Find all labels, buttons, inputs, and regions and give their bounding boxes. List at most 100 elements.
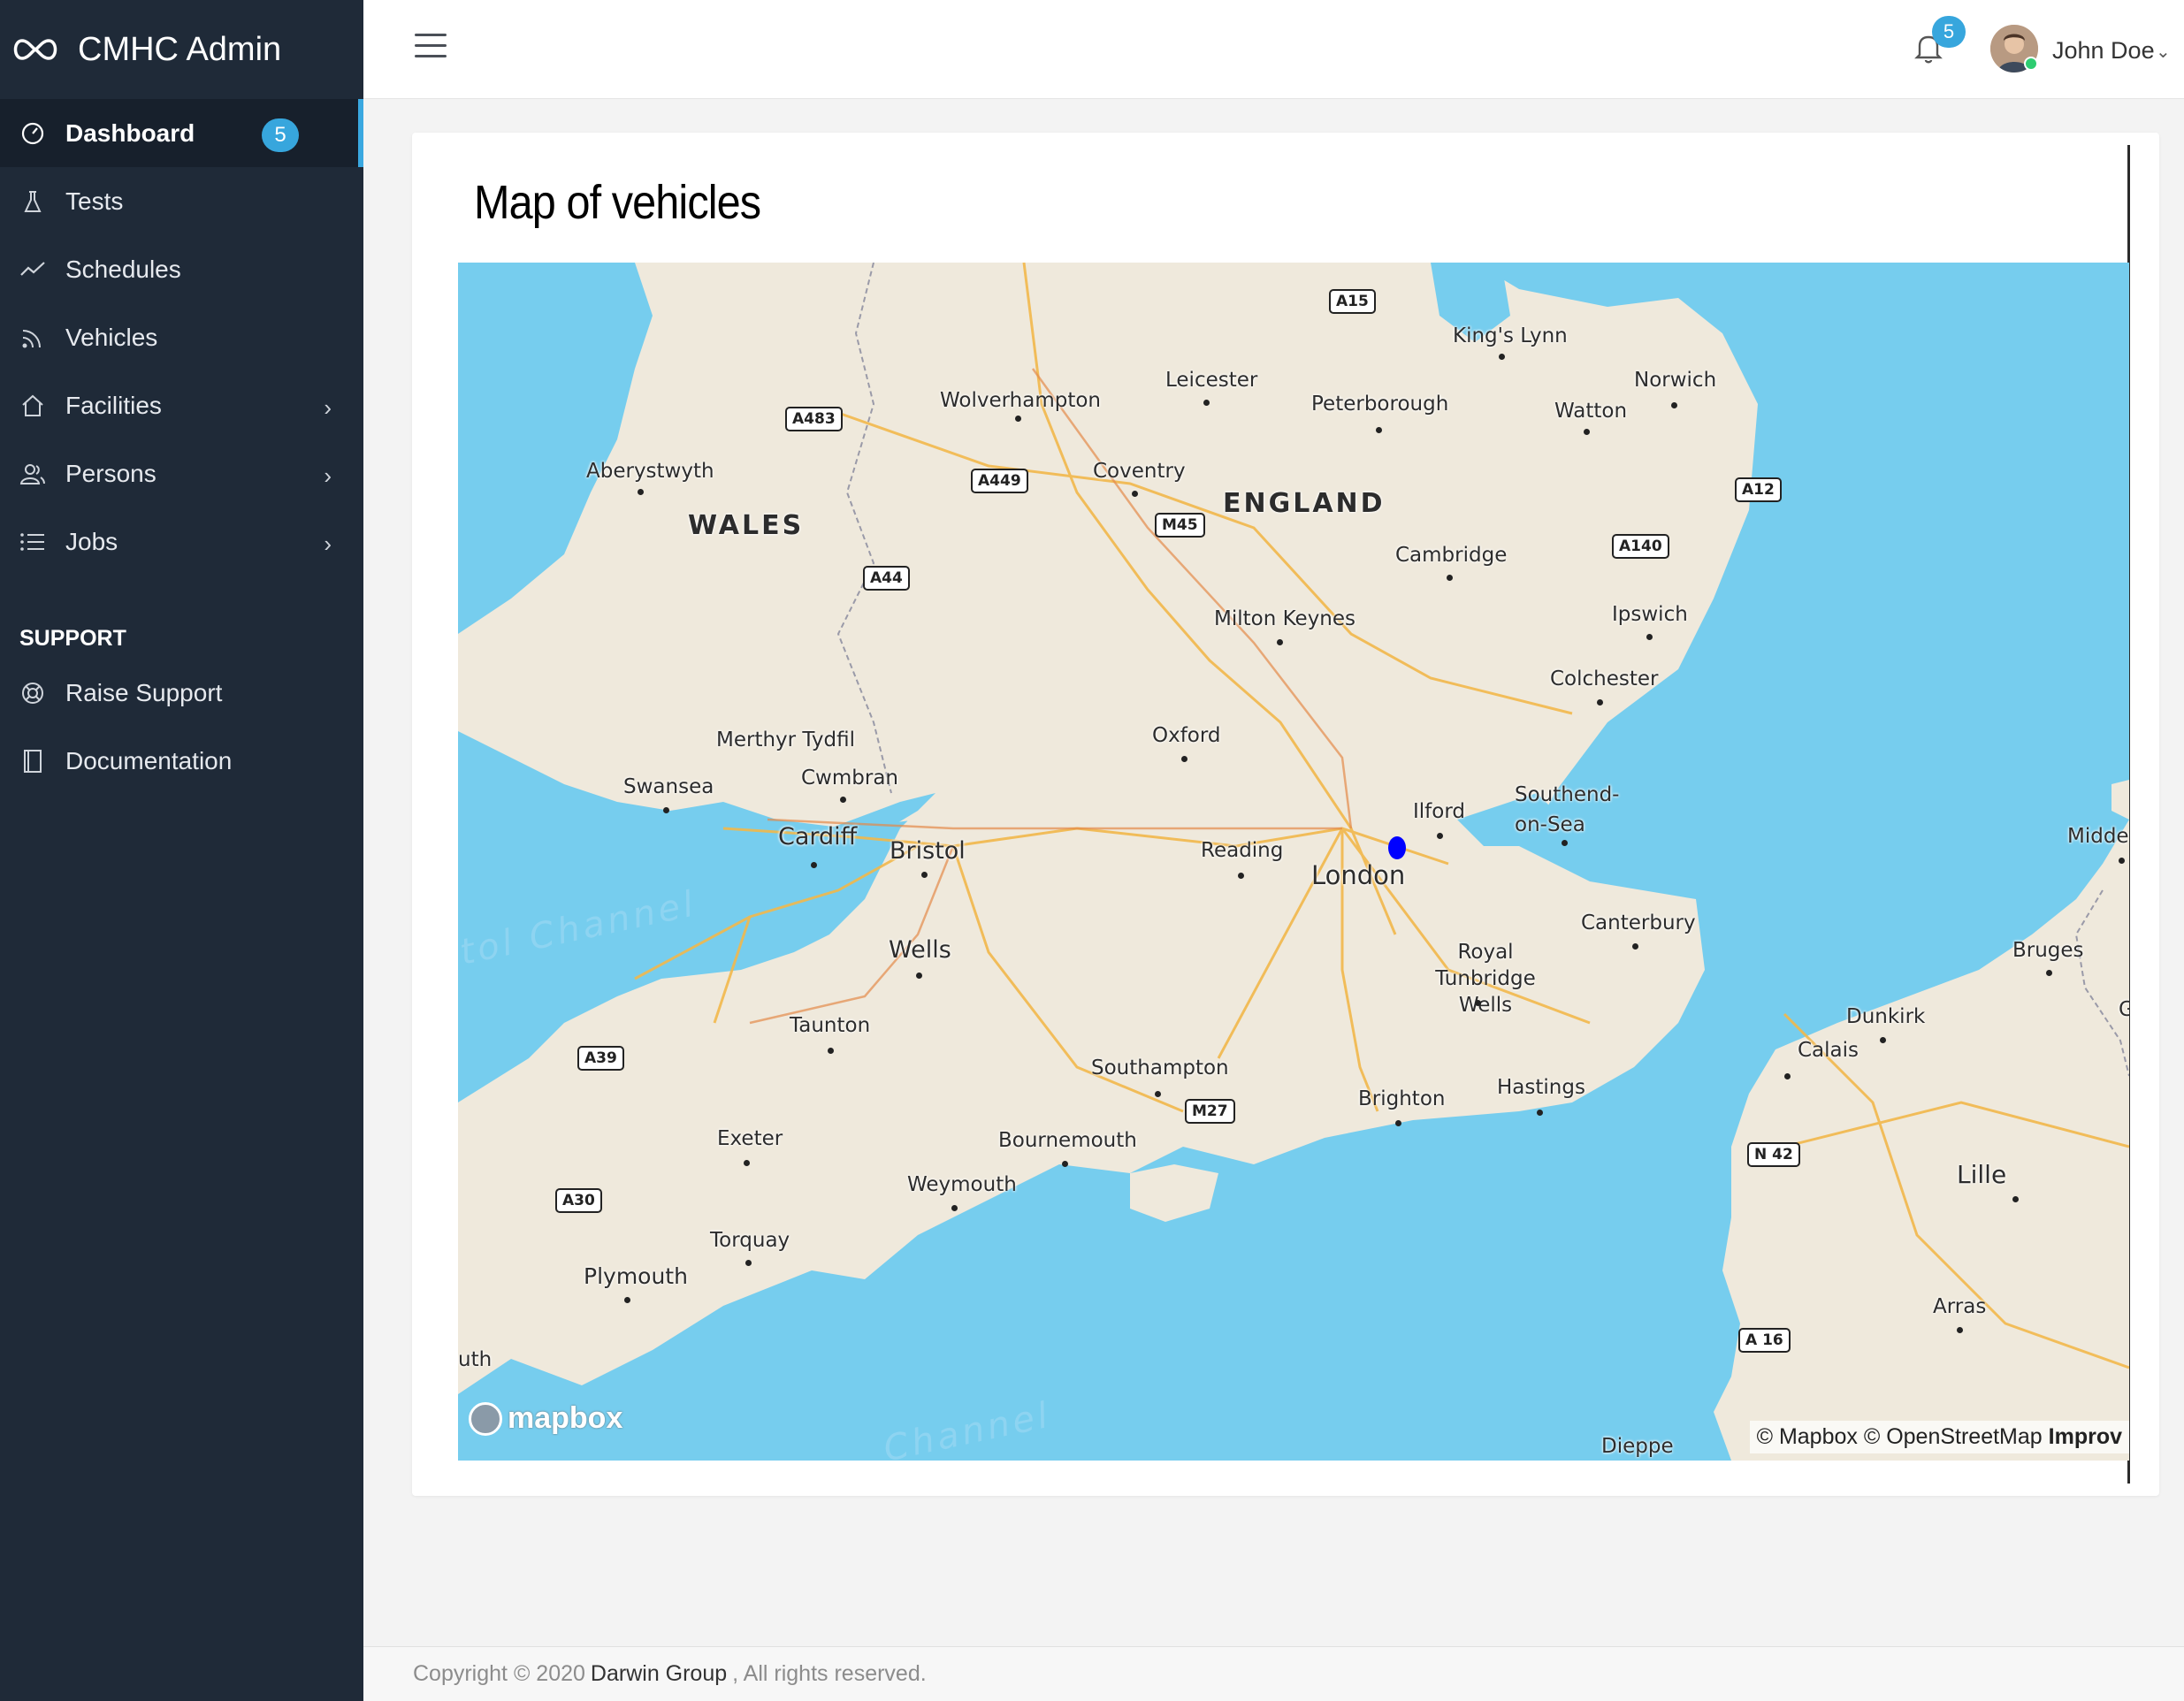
city-dot bbox=[1395, 1120, 1401, 1126]
sidebar-item-dashboard[interactable]: Dashboard 5 bbox=[0, 99, 363, 167]
city-dot bbox=[1132, 491, 1138, 497]
city-label: Dieppe bbox=[1601, 1435, 1674, 1458]
city-label: Ipswich bbox=[1612, 603, 1688, 626]
chevron-right-icon: › bbox=[324, 462, 332, 489]
brand[interactable]: CMHC Admin bbox=[0, 0, 363, 99]
city-label: Hastings bbox=[1497, 1076, 1585, 1099]
dashboard-icon bbox=[19, 120, 46, 147]
city-label: London bbox=[1311, 860, 1406, 890]
city-dot bbox=[1277, 639, 1283, 645]
road-shield: A 16 bbox=[1738, 1328, 1791, 1353]
road-shield: A44 bbox=[863, 566, 910, 591]
city-dot bbox=[1475, 1000, 1481, 1006]
road-shield: A15 bbox=[1329, 289, 1376, 314]
city-dot bbox=[1537, 1110, 1543, 1116]
menu-toggle-icon[interactable] bbox=[415, 34, 447, 60]
chevron-down-icon[interactable]: ⌄ bbox=[2156, 41, 2171, 63]
chevron-right-icon: › bbox=[324, 530, 332, 557]
city-label: Royal Tunbridge Wells bbox=[1435, 941, 1536, 1017]
sidebar-item-tests[interactable]: Tests bbox=[0, 167, 363, 235]
city-label: Wolverhampton bbox=[940, 389, 1102, 412]
city-dot bbox=[840, 797, 846, 803]
city-dot bbox=[1784, 1073, 1791, 1079]
rights-text: , All rights reserved. bbox=[732, 1661, 927, 1686]
city-label: Southend-on-Sea bbox=[1515, 783, 1620, 836]
city-dot bbox=[1437, 833, 1443, 839]
city-dot bbox=[1203, 400, 1210, 406]
road-shield: N 42 bbox=[1747, 1142, 1800, 1167]
support-heading: SUPPORT bbox=[19, 625, 126, 651]
city-label: Dunkirk bbox=[1846, 1005, 1926, 1028]
home-icon bbox=[19, 393, 46, 419]
sidebar-item-raise-support[interactable]: Raise Support bbox=[0, 659, 363, 727]
city-dot bbox=[921, 872, 928, 878]
app-title: CMHC Admin bbox=[78, 30, 282, 68]
page-title: Map of vehicles bbox=[474, 176, 761, 229]
city-label: Middel bbox=[2067, 825, 2129, 848]
city-label: Ilford bbox=[1413, 800, 1465, 823]
city-label: Taunton bbox=[790, 1014, 871, 1037]
sidebar-item-label: Jobs bbox=[65, 527, 118, 555]
city-label: Merthyr Tydfil bbox=[716, 728, 855, 751]
company-link[interactable]: Darwin Group bbox=[591, 1661, 727, 1687]
city-label: Coventry bbox=[1093, 460, 1186, 483]
city-dot bbox=[1597, 699, 1603, 706]
user-name[interactable]: John Doe bbox=[2052, 37, 2155, 65]
sidebar-item-vehicles[interactable]: Vehicles bbox=[0, 303, 363, 371]
sidebar-item-facilities[interactable]: Facilities › bbox=[0, 371, 363, 439]
city-label: Exeter bbox=[717, 1127, 783, 1150]
notification-badge: 5 bbox=[1932, 16, 1966, 48]
city-dot bbox=[1957, 1327, 1963, 1333]
attribution-text[interactable]: © Mapbox © OpenStreetMap bbox=[1757, 1424, 2043, 1449]
city-label: Cambridge bbox=[1395, 544, 1508, 567]
city-dot bbox=[1671, 402, 1677, 408]
city-label: Bristol bbox=[890, 837, 966, 865]
city-dot bbox=[1880, 1037, 1886, 1043]
city-label: Brighton bbox=[1358, 1087, 1446, 1110]
city-label: Swansea bbox=[623, 775, 714, 798]
city-dot bbox=[1584, 429, 1590, 435]
infinity-icon bbox=[13, 39, 57, 60]
road-shield: M45 bbox=[1155, 513, 1205, 538]
city-label: Lille bbox=[1957, 1160, 2007, 1189]
map-attribution: © Mapbox © OpenStreetMap Improv bbox=[1749, 1421, 2129, 1453]
city-dot bbox=[2046, 970, 2052, 976]
city-label: Peterborough bbox=[1311, 393, 1449, 416]
city-label: Cwmbran bbox=[801, 767, 899, 789]
city-label: Plymouth bbox=[584, 1263, 688, 1289]
road-shield: A30 bbox=[555, 1188, 602, 1213]
mapbox-logo[interactable]: mapbox bbox=[469, 1401, 622, 1436]
signal-icon bbox=[19, 324, 46, 351]
mapbox-icon bbox=[469, 1401, 502, 1436]
sidebar-item-schedules[interactable]: Schedules bbox=[0, 235, 363, 303]
sidebar-item-jobs[interactable]: Jobs › bbox=[0, 507, 363, 576]
sidebar-item-persons[interactable]: Persons › bbox=[0, 439, 363, 507]
map-landmass bbox=[458, 263, 2129, 1461]
city-dot bbox=[828, 1048, 834, 1054]
footer: Copyright © 2020 Darwin Group , All righ… bbox=[363, 1646, 2184, 1701]
city-dot bbox=[638, 489, 644, 495]
city-dot bbox=[1155, 1091, 1161, 1097]
city-label: Weymouth bbox=[907, 1173, 1017, 1196]
city-label: Arras bbox=[1933, 1295, 1987, 1318]
improve-map-link[interactable]: Improv bbox=[2049, 1424, 2122, 1449]
region-label: WALES bbox=[688, 510, 805, 541]
people-icon bbox=[19, 461, 46, 487]
sidebar-item-documentation[interactable]: Documentation bbox=[0, 727, 363, 795]
city-label: Cardiff bbox=[778, 823, 858, 850]
city-label: Aberystwyth bbox=[586, 460, 714, 483]
sidebar-item-label: Documentation bbox=[65, 746, 233, 774]
city-label: Bournemouth bbox=[998, 1129, 1137, 1152]
vehicle-marker[interactable] bbox=[1388, 836, 1406, 859]
city-label: Watton bbox=[1554, 400, 1628, 423]
city-label: Leicester bbox=[1165, 369, 1258, 392]
city-label: Oxford bbox=[1152, 724, 1221, 747]
city-dot bbox=[811, 862, 817, 868]
city-label: G bbox=[2119, 998, 2129, 1021]
copyright-text: Copyright © 2020 bbox=[413, 1661, 585, 1686]
city-dot bbox=[1062, 1161, 1068, 1167]
road-shield: M27 bbox=[1185, 1099, 1235, 1124]
city-dot bbox=[744, 1160, 750, 1166]
vehicle-map[interactable]: tol Channel Channel WALES ENGLAND Leices… bbox=[458, 263, 2129, 1461]
city-dot bbox=[2012, 1196, 2019, 1202]
